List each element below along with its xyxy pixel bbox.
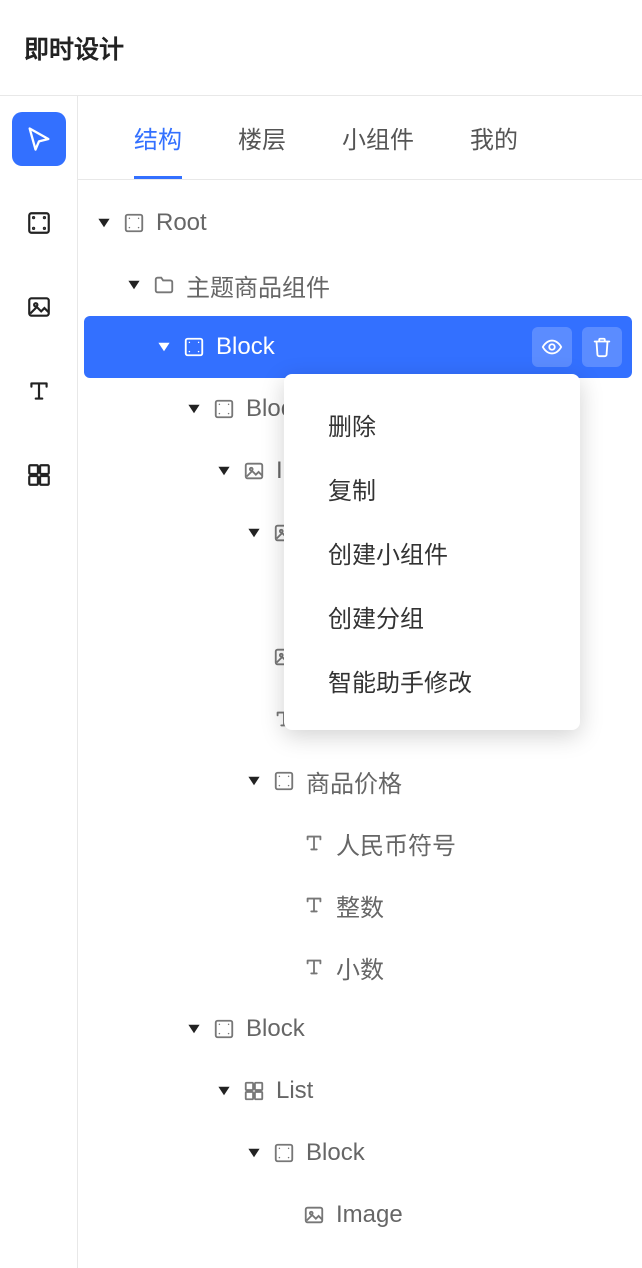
caret-icon[interactable]: [210, 1084, 238, 1098]
folder-icon: [148, 274, 180, 296]
tab-label: 我的: [470, 120, 518, 155]
text-icon: [298, 956, 330, 978]
menu-item-delete[interactable]: 删除: [284, 392, 580, 456]
grid-icon: [26, 462, 52, 488]
menu-item-label: 删除: [328, 407, 376, 442]
block-icon: [208, 1018, 240, 1040]
frame-icon: [26, 210, 52, 236]
tree-row-label: Image: [336, 1201, 403, 1229]
tree-row[interactable]: List: [84, 1060, 632, 1122]
image-icon: [298, 1204, 330, 1226]
tree-row-label: Block: [216, 333, 275, 361]
tree-row-label: 小数: [336, 950, 384, 985]
tree-row-label: 整数: [336, 888, 384, 923]
tab-label: 结构: [134, 120, 182, 155]
menu-item-label: 创建分组: [328, 599, 424, 634]
tree-row[interactable]: Block: [84, 998, 632, 1060]
tree-row[interactable]: Root: [84, 192, 632, 254]
tree-row[interactable]: Block: [84, 316, 632, 378]
caret-icon[interactable]: [240, 526, 268, 540]
block-icon: [178, 336, 210, 358]
list-icon: [238, 1080, 270, 1102]
tree-row[interactable]: Image: [84, 1184, 632, 1246]
caret-icon[interactable]: [180, 1022, 208, 1036]
tree-row-label: Root: [156, 209, 207, 237]
image-icon: [238, 460, 270, 482]
eye-icon: [541, 336, 563, 358]
tool-text[interactable]: [12, 364, 66, 418]
tab-widgets[interactable]: 小组件: [342, 96, 414, 179]
tree-row-label: 商品价格: [306, 764, 402, 799]
tree-row[interactable]: Block: [84, 1122, 632, 1184]
menu-item-label: 智能助手修改: [328, 663, 472, 698]
caret-icon[interactable]: [90, 216, 118, 230]
tab-floor[interactable]: 楼层: [238, 96, 286, 179]
cursor-icon: [25, 125, 53, 153]
tool-frame[interactable]: [12, 196, 66, 250]
visibility-button[interactable]: [532, 327, 572, 367]
caret-icon[interactable]: [150, 340, 178, 354]
context-menu: 删除 复制 创建小组件 创建分组 智能助手修改: [284, 374, 580, 730]
tool-image[interactable]: [12, 280, 66, 334]
image-icon: [26, 294, 52, 320]
menu-item-copy[interactable]: 复制: [284, 456, 580, 520]
delete-button[interactable]: [582, 327, 622, 367]
block-icon: [118, 212, 150, 234]
tree-row-label: 主题商品组件: [186, 268, 330, 303]
tree-row-label: 人民币符号: [336, 826, 456, 861]
caret-icon[interactable]: [240, 774, 268, 788]
tab-structure[interactable]: 结构: [134, 96, 182, 179]
caret-icon[interactable]: [180, 402, 208, 416]
app-title: 即时设计: [24, 30, 124, 66]
app-header: 即时设计: [0, 0, 642, 96]
tree-row[interactable]: 商品价格: [84, 750, 632, 812]
tree-row[interactable]: 人民币符号: [84, 812, 632, 874]
tree-row-label: List: [276, 1077, 313, 1105]
tree-row-label: Block: [306, 1139, 365, 1167]
menu-item-create-group[interactable]: 创建分组: [284, 584, 580, 648]
tab-label: 楼层: [238, 120, 286, 155]
tab-mine[interactable]: 我的: [470, 96, 518, 179]
row-actions: [532, 327, 622, 367]
text-icon: [298, 832, 330, 854]
tree-row[interactable]: 小数: [84, 936, 632, 998]
menu-item-create-widget[interactable]: 创建小组件: [284, 520, 580, 584]
trash-icon: [591, 336, 613, 358]
block-icon: [268, 770, 300, 792]
caret-icon[interactable]: [120, 278, 148, 292]
tool-components[interactable]: [12, 448, 66, 502]
caret-icon[interactable]: [210, 464, 238, 478]
text-icon: [26, 378, 52, 404]
caret-icon[interactable]: [240, 1146, 268, 1160]
menu-item-ai-modify[interactable]: 智能助手修改: [284, 648, 580, 712]
block-icon: [208, 398, 240, 420]
tree-row[interactable]: 主题商品组件: [84, 254, 632, 316]
tool-pointer[interactable]: [12, 112, 66, 166]
tree-row[interactable]: 整数: [84, 874, 632, 936]
tree-row-label: Block: [246, 1015, 305, 1043]
block-icon: [268, 1142, 300, 1164]
left-toolbar: [0, 96, 78, 1268]
menu-item-label: 创建小组件: [328, 535, 448, 570]
menu-item-label: 复制: [328, 471, 376, 506]
tab-label: 小组件: [342, 120, 414, 155]
text-icon: [298, 894, 330, 916]
tabs: 结构 楼层 小组件 我的: [78, 96, 642, 180]
